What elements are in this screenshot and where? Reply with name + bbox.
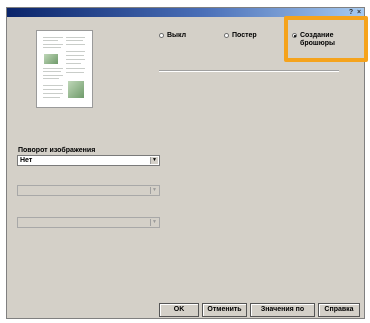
radio-icon[interactable] <box>224 33 229 38</box>
disabled-select-2: ▼ <box>17 217 160 228</box>
rotation-label: Поворот изображения <box>18 147 96 154</box>
rotation-value: Нет <box>20 157 33 164</box>
help-button[interactable]: Справка <box>318 303 360 317</box>
radio-poster-label: Постер <box>232 32 257 39</box>
radio-poster[interactable]: Постер <box>224 32 257 40</box>
rotation-select[interactable]: Нет ▼ <box>17 155 160 166</box>
defaults-button[interactable]: Значения по <box>250 303 315 317</box>
dropdown-arrow-icon: ▼ <box>150 187 158 194</box>
dropdown-arrow-icon: ▼ <box>150 219 158 226</box>
disabled-select-1: ▼ <box>17 185 160 196</box>
radio-icon[interactable] <box>159 33 164 38</box>
radio-off-label: Выкл <box>167 32 187 39</box>
highlight-box <box>284 16 368 62</box>
cancel-button[interactable]: Отменить <box>202 303 247 317</box>
page-preview-icon <box>36 30 93 108</box>
dropdown-arrow-icon[interactable]: ▼ <box>150 157 158 164</box>
separator <box>159 70 339 72</box>
radio-off[interactable]: Выкл <box>159 32 186 40</box>
ok-button[interactable]: OK <box>159 303 199 317</box>
